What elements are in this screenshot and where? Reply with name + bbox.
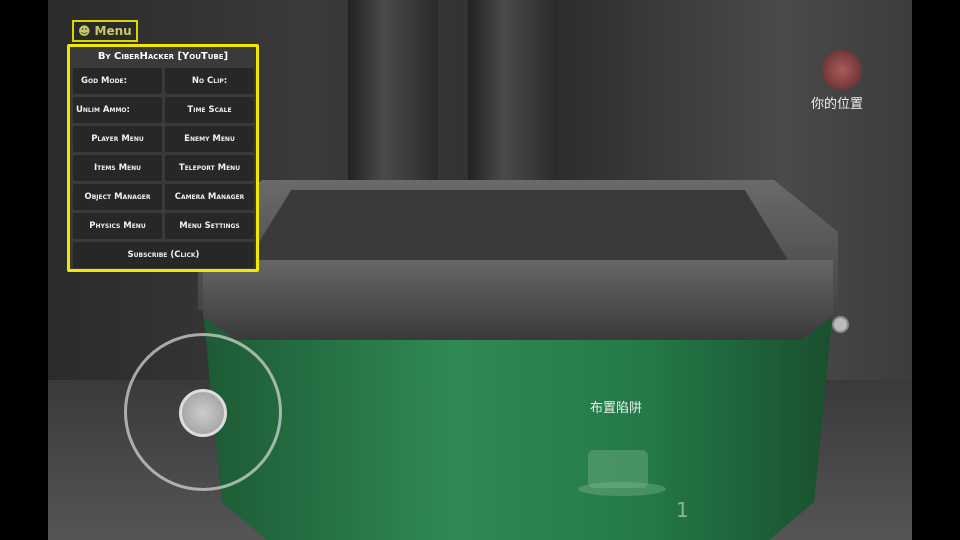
enemy-menu-button[interactable]: Enemy Menu	[165, 126, 254, 152]
tub-inner	[248, 190, 788, 260]
time-scale-button[interactable]: Time Scale	[165, 97, 254, 123]
mask-icon: ☻	[78, 24, 91, 38]
object-manager-button[interactable]: Object Manager	[73, 184, 162, 210]
items-menu-button[interactable]: Items Menu	[73, 155, 162, 181]
tub-band	[203, 260, 833, 340]
camera-control-dot[interactable]	[832, 316, 849, 333]
subscribe-button[interactable]: Subscribe (Click)	[73, 242, 254, 268]
position-avatar-icon[interactable]	[822, 50, 862, 90]
water-tub	[203, 310, 833, 540]
set-trap-label: 布置陷阱	[590, 401, 643, 416]
joystick-knob[interactable]	[179, 389, 227, 437]
physics-menu-button[interactable]: Physics Menu	[73, 213, 162, 239]
menu-settings-button[interactable]: Menu Settings	[165, 213, 254, 239]
unlim-ammo-button[interactable]: Unlim Ammo:	[73, 97, 162, 123]
your-position-label: 你的位置	[811, 97, 864, 112]
camera-manager-button[interactable]: Camera Manager	[165, 184, 254, 210]
god-mode-button[interactable]: God Mode:	[73, 68, 162, 94]
panel-title: By CiberHacker [YouTube]	[97, 51, 229, 62]
menu-toggle-button[interactable]: ☻ Menu	[72, 20, 138, 42]
cake-trap-icon[interactable]	[578, 420, 666, 500]
no-clip-button[interactable]: No Clip:	[165, 68, 254, 94]
menu-tab-label: Menu	[94, 24, 132, 38]
trap-count: 1	[676, 498, 689, 522]
teleport-menu-button[interactable]: Teleport Menu	[165, 155, 254, 181]
mod-menu-panel: By CiberHacker [YouTube] God Mode: No Cl…	[67, 44, 259, 272]
player-menu-button[interactable]: Player Menu	[73, 126, 162, 152]
